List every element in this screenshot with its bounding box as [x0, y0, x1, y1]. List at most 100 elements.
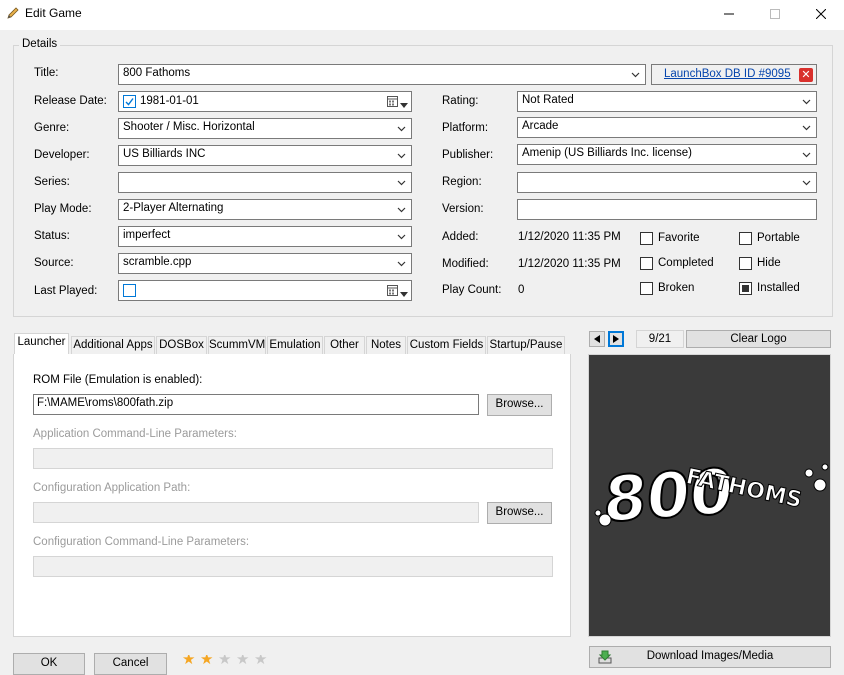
- tab-custom-fields[interactable]: Custom Fields: [407, 336, 486, 355]
- tab-startup-pause[interactable]: Startup/Pause: [487, 336, 565, 355]
- genre-combo[interactable]: Shooter / Misc. Horizontal: [118, 118, 412, 139]
- favorite-label: Favorite: [658, 232, 700, 244]
- ok-button[interactable]: OK: [13, 653, 85, 675]
- installed-checkbox[interactable]: [739, 282, 752, 295]
- broken-label: Broken: [658, 282, 695, 294]
- play-mode-label: Play Mode:: [34, 203, 92, 215]
- chevron-down-icon: [802, 99, 811, 105]
- arrow-left-icon: [594, 335, 600, 343]
- download-media-button[interactable]: Download Images/Media: [589, 646, 831, 668]
- portable-checkbox[interactable]: [739, 232, 752, 245]
- chevron-down-icon: [397, 234, 406, 240]
- genre-label: Genre:: [34, 122, 70, 134]
- title-combo[interactable]: 800 Fathoms: [118, 64, 646, 85]
- ok-label: OK: [40, 657, 58, 669]
- calendar-icon: [387, 285, 398, 299]
- tab-additional-apps[interactable]: Additional Apps: [71, 336, 155, 355]
- rom-browse-button[interactable]: Browse...: [487, 394, 552, 416]
- config-path-input[interactable]: [33, 502, 479, 523]
- tab-other[interactable]: Other: [324, 336, 365, 355]
- added-value: 1/12/2020 11:35 PM: [518, 231, 621, 243]
- play-count-label: Play Count:: [442, 284, 502, 296]
- dropdown-arrow-icon: [400, 288, 408, 300]
- config-cmd-input[interactable]: [33, 556, 553, 577]
- arrow-right-icon: [613, 335, 619, 343]
- series-combo[interactable]: [118, 172, 412, 193]
- hide-checkbox[interactable]: [739, 257, 752, 270]
- config-browse-button[interactable]: Browse...: [487, 502, 552, 524]
- window-title: Edit Game: [25, 6, 82, 20]
- developer-combo[interactable]: US Billiards INC: [118, 145, 412, 166]
- star-icon[interactable]: ★: [218, 655, 233, 665]
- star-icon[interactable]: ★: [182, 655, 197, 665]
- chevron-down-icon: [397, 126, 406, 132]
- chevron-down-icon: [397, 153, 406, 159]
- publisher-value: Amenip (US Billiards Inc. license): [522, 147, 693, 159]
- clear-logo-image[interactable]: 800 FATHOMS: [588, 354, 831, 637]
- cancel-button[interactable]: Cancel: [94, 653, 167, 675]
- developer-label: Developer:: [34, 149, 90, 161]
- series-label: Series:: [34, 176, 70, 188]
- db-link-box: LaunchBox DB ID #9095: [651, 64, 817, 85]
- region-combo[interactable]: [517, 172, 817, 193]
- favorite-checkbox[interactable]: [640, 232, 653, 245]
- last-played-label: Last Played:: [34, 285, 98, 297]
- next-image-button[interactable]: [608, 331, 624, 347]
- completed-checkbox[interactable]: [640, 257, 653, 270]
- cmd-params-input[interactable]: [33, 448, 553, 469]
- config-cmd-label: Configuration Command-Line Parameters:: [33, 536, 250, 548]
- tab-scummvm[interactable]: ScummVM: [208, 336, 266, 355]
- image-type-button[interactable]: Clear Logo: [686, 330, 831, 348]
- chevron-down-icon: [397, 261, 406, 267]
- release-date-checkbox[interactable]: [123, 95, 136, 108]
- chevron-down-icon: [802, 152, 811, 158]
- chevron-down-icon: [397, 207, 406, 213]
- last-played-picker[interactable]: [118, 280, 412, 301]
- tab-dosbox[interactable]: DOSBox: [156, 336, 207, 355]
- calendar-icon: [387, 96, 398, 110]
- maximize-icon: [770, 8, 780, 22]
- modified-value: 1/12/2020 11:35 PM: [518, 258, 621, 270]
- launchbox-db-link[interactable]: LaunchBox DB ID #9095: [664, 68, 791, 80]
- source-label: Source:: [34, 257, 74, 269]
- platform-label: Platform:: [442, 122, 489, 134]
- portable-label: Portable: [757, 232, 800, 244]
- last-played-checkbox[interactable]: [123, 284, 136, 297]
- status-label: Status:: [34, 230, 70, 242]
- star-rating[interactable]: ★ ★ ★ ★ ★: [182, 654, 272, 665]
- pencil-icon: [6, 6, 20, 20]
- download-icon: [598, 650, 612, 667]
- cancel-label: Cancel: [112, 657, 149, 669]
- region-label: Region:: [442, 176, 482, 188]
- broken-checkbox[interactable]: [640, 282, 653, 295]
- platform-combo[interactable]: Arcade: [517, 117, 817, 138]
- previous-image-button[interactable]: [589, 331, 605, 347]
- release-date-picker[interactable]: 1981-01-01: [118, 91, 412, 112]
- title-label: Title:: [34, 67, 59, 79]
- minimize-icon: [724, 8, 734, 22]
- modified-label: Modified:: [442, 258, 489, 270]
- remove-link-icon[interactable]: ✕: [799, 68, 813, 82]
- version-input[interactable]: [517, 199, 817, 220]
- status-combo[interactable]: imperfect: [118, 226, 412, 247]
- maximize-button[interactable]: [752, 0, 798, 30]
- close-icon: [815, 8, 827, 22]
- star-icon[interactable]: ★: [236, 655, 251, 665]
- chevron-down-icon: [802, 125, 811, 131]
- chevron-down-icon: [397, 180, 406, 186]
- tab-emulation[interactable]: Emulation: [267, 336, 323, 355]
- play-mode-combo[interactable]: 2-Player Alternating: [118, 199, 412, 220]
- star-icon[interactable]: ★: [254, 655, 269, 665]
- tab-notes[interactable]: Notes: [366, 336, 406, 355]
- play-count-value: 0: [518, 284, 525, 296]
- minimize-button[interactable]: [706, 0, 752, 30]
- rating-combo[interactable]: Not Rated: [517, 91, 817, 112]
- rom-file-input[interactable]: F:\MAME\roms\800fath.zip: [33, 394, 479, 415]
- tab-launcher[interactable]: Launcher: [14, 333, 69, 355]
- source-combo[interactable]: scramble.cpp: [118, 253, 412, 274]
- star-icon[interactable]: ★: [200, 655, 215, 665]
- publisher-combo[interactable]: Amenip (US Billiards Inc. license): [517, 144, 817, 165]
- cmd-params-label: Application Command-Line Parameters:: [33, 428, 237, 440]
- download-media-label: Download Images/Media: [646, 650, 774, 662]
- close-button[interactable]: [798, 0, 844, 30]
